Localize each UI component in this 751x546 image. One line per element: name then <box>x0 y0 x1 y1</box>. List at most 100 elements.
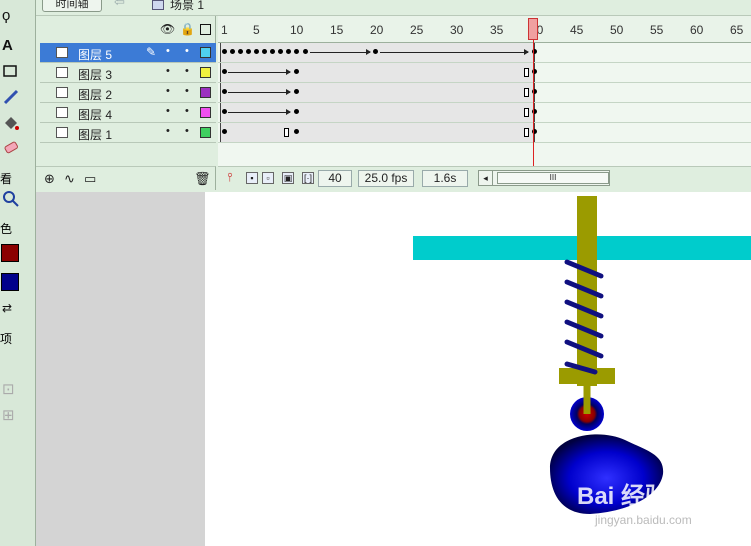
visibility-dot[interactable]: • <box>166 45 170 57</box>
edit-multiple-icon[interactable]: ▣ <box>282 172 294 184</box>
timeline-scrollbar[interactable]: ◂ III <box>478 170 610 186</box>
options-section-label: 项 <box>0 332 13 346</box>
timeline-panel: 时间轴 ⇦ 场景 1 👁 🔒 图层 5 ✎ • • 图层 3 • • 图层 2 … <box>36 0 751 192</box>
onion-markers-icon[interactable]: [·] <box>302 172 314 184</box>
keyframe[interactable] <box>230 49 235 54</box>
add-layer-icon[interactable]: ⊕ <box>44 171 55 187</box>
layer-row[interactable]: 图层 3 • • <box>40 63 216 83</box>
onion-skin-icon[interactable]: ▪ <box>246 172 258 184</box>
keyframe[interactable] <box>294 49 299 54</box>
paint-bucket-icon[interactable] <box>2 114 24 134</box>
add-folder-icon[interactable]: ▭ <box>84 171 96 187</box>
scroll-left-icon[interactable]: ◂ <box>479 171 493 185</box>
frames-area[interactable]: 1 5 10 15 20 25 30 35 40 45 50 55 60 65 <box>218 16 751 166</box>
view-section-label: 看 <box>0 172 13 186</box>
rectangle-tool-icon[interactable] <box>2 62 24 82</box>
keyframe[interactable] <box>238 49 243 54</box>
frame-row[interactable] <box>218 63 751 83</box>
frame-rate-field[interactable]: 25.0 fps <box>358 170 414 187</box>
keyframe[interactable] <box>294 89 299 94</box>
lock-dot[interactable]: • <box>185 45 189 57</box>
center-frame-icon[interactable]: ⫯ <box>224 171 236 184</box>
layer-name: 图层 1 <box>78 128 113 142</box>
lasso-tool-icon[interactable]: ϙ <box>2 6 24 26</box>
keyframe[interactable] <box>222 129 227 134</box>
playhead[interactable] <box>528 16 538 166</box>
brush-tool-icon[interactable] <box>2 88 24 108</box>
layer-icon <box>56 107 68 118</box>
playhead-handle[interactable] <box>528 18 538 40</box>
keyframe[interactable] <box>246 49 251 54</box>
keyframe[interactable] <box>373 49 378 54</box>
fill-color-swatch[interactable] <box>1 273 19 291</box>
end-frame[interactable] <box>284 128 289 137</box>
layer-row[interactable]: 图层 1 • • <box>40 123 216 143</box>
lock-dot[interactable]: • <box>185 65 189 77</box>
frame-rows[interactable] <box>218 43 751 166</box>
frame-span[interactable] <box>220 123 535 142</box>
snap-option-icon[interactable]: ⊡ <box>2 380 24 400</box>
outline-icon[interactable] <box>200 24 211 35</box>
trash-icon[interactable]: 🗑 <box>194 171 211 187</box>
add-guide-icon[interactable]: ∿ <box>64 171 75 187</box>
tween-arrow <box>380 49 529 55</box>
frame-row[interactable] <box>218 83 751 103</box>
scene-breadcrumb[interactable]: 场景 1 <box>152 0 204 13</box>
visibility-dot[interactable]: • <box>166 65 170 77</box>
keyframe[interactable] <box>294 129 299 134</box>
lock-dot[interactable]: • <box>185 105 189 117</box>
keyframe[interactable] <box>294 69 299 74</box>
lock-dot[interactable]: • <box>185 85 189 97</box>
visibility-dot[interactable]: • <box>166 85 170 97</box>
keyframe[interactable] <box>222 89 227 94</box>
stage-canvas[interactable]: Bai 经验 jingyan.baidu.com <box>205 192 751 546</box>
current-frame-field: 40 <box>318 170 352 187</box>
text-tool-icon[interactable]: A <box>2 36 24 56</box>
stroke-color-swatch[interactable] <box>1 244 19 262</box>
swap-colors-icon[interactable]: ⇄ <box>2 298 24 318</box>
back-arrow-icon[interactable]: ⇦ <box>114 0 134 10</box>
keyframe[interactable] <box>286 49 291 54</box>
layer-color-box[interactable] <box>200 127 211 138</box>
scroll-thumb[interactable]: III <box>497 172 609 184</box>
layer-row[interactable]: 图层 2 • • <box>40 83 216 103</box>
visibility-dot[interactable]: • <box>166 105 170 117</box>
frame-row[interactable] <box>218 103 751 123</box>
layer-color-box[interactable] <box>200 87 211 98</box>
frame-row[interactable] <box>218 43 751 63</box>
timeline-status-bar: ⫯ ▪ ▫ ▣ [·] 40 25.0 fps 1.6s ◂ III <box>218 166 751 190</box>
layer-name: 图层 3 <box>78 68 113 82</box>
watermark-url: jingyan.baidu.com <box>594 513 692 527</box>
layer-color-box[interactable] <box>200 107 211 118</box>
scene-icon <box>152 0 164 10</box>
smooth-option-icon[interactable]: ⊞ <box>2 406 24 426</box>
keyframe[interactable] <box>222 109 227 114</box>
frame-ruler[interactable]: 1 5 10 15 20 25 30 35 40 45 50 55 60 65 <box>218 16 751 43</box>
layer-row[interactable]: 图层 5 ✎ • • <box>40 43 216 63</box>
keyframe[interactable] <box>294 109 299 114</box>
color-section-label: 色 <box>0 222 13 236</box>
keyframe[interactable] <box>278 49 283 54</box>
keyframe[interactable] <box>270 49 275 54</box>
layer-color-box[interactable] <box>200 67 211 78</box>
visibility-dot[interactable]: • <box>166 125 170 137</box>
keyframe[interactable] <box>303 49 308 54</box>
lock-icon[interactable]: 🔒 <box>180 22 195 36</box>
zoom-tool-icon[interactable] <box>2 190 24 210</box>
timeline-toggle-button[interactable]: 时间轴 <box>42 0 102 12</box>
keyframe[interactable] <box>222 49 227 54</box>
layer-row[interactable]: 图层 4 • • <box>40 103 216 123</box>
keyframe[interactable] <box>222 69 227 74</box>
eraser-tool-icon[interactable] <box>2 138 24 158</box>
ruler-number: 10 <box>290 23 304 37</box>
lock-dot[interactable]: • <box>185 125 189 137</box>
onion-outline-icon[interactable]: ▫ <box>262 172 274 184</box>
ruler-number: 65 <box>730 23 744 37</box>
keyframe[interactable] <box>262 49 267 54</box>
eye-icon[interactable]: 👁 <box>160 22 175 36</box>
ruler-number: 55 <box>650 23 664 37</box>
layer-color-box[interactable] <box>200 47 211 58</box>
keyframe[interactable] <box>254 49 259 54</box>
frame-row[interactable] <box>218 123 751 143</box>
layer-header: 👁 🔒 <box>36 16 216 43</box>
